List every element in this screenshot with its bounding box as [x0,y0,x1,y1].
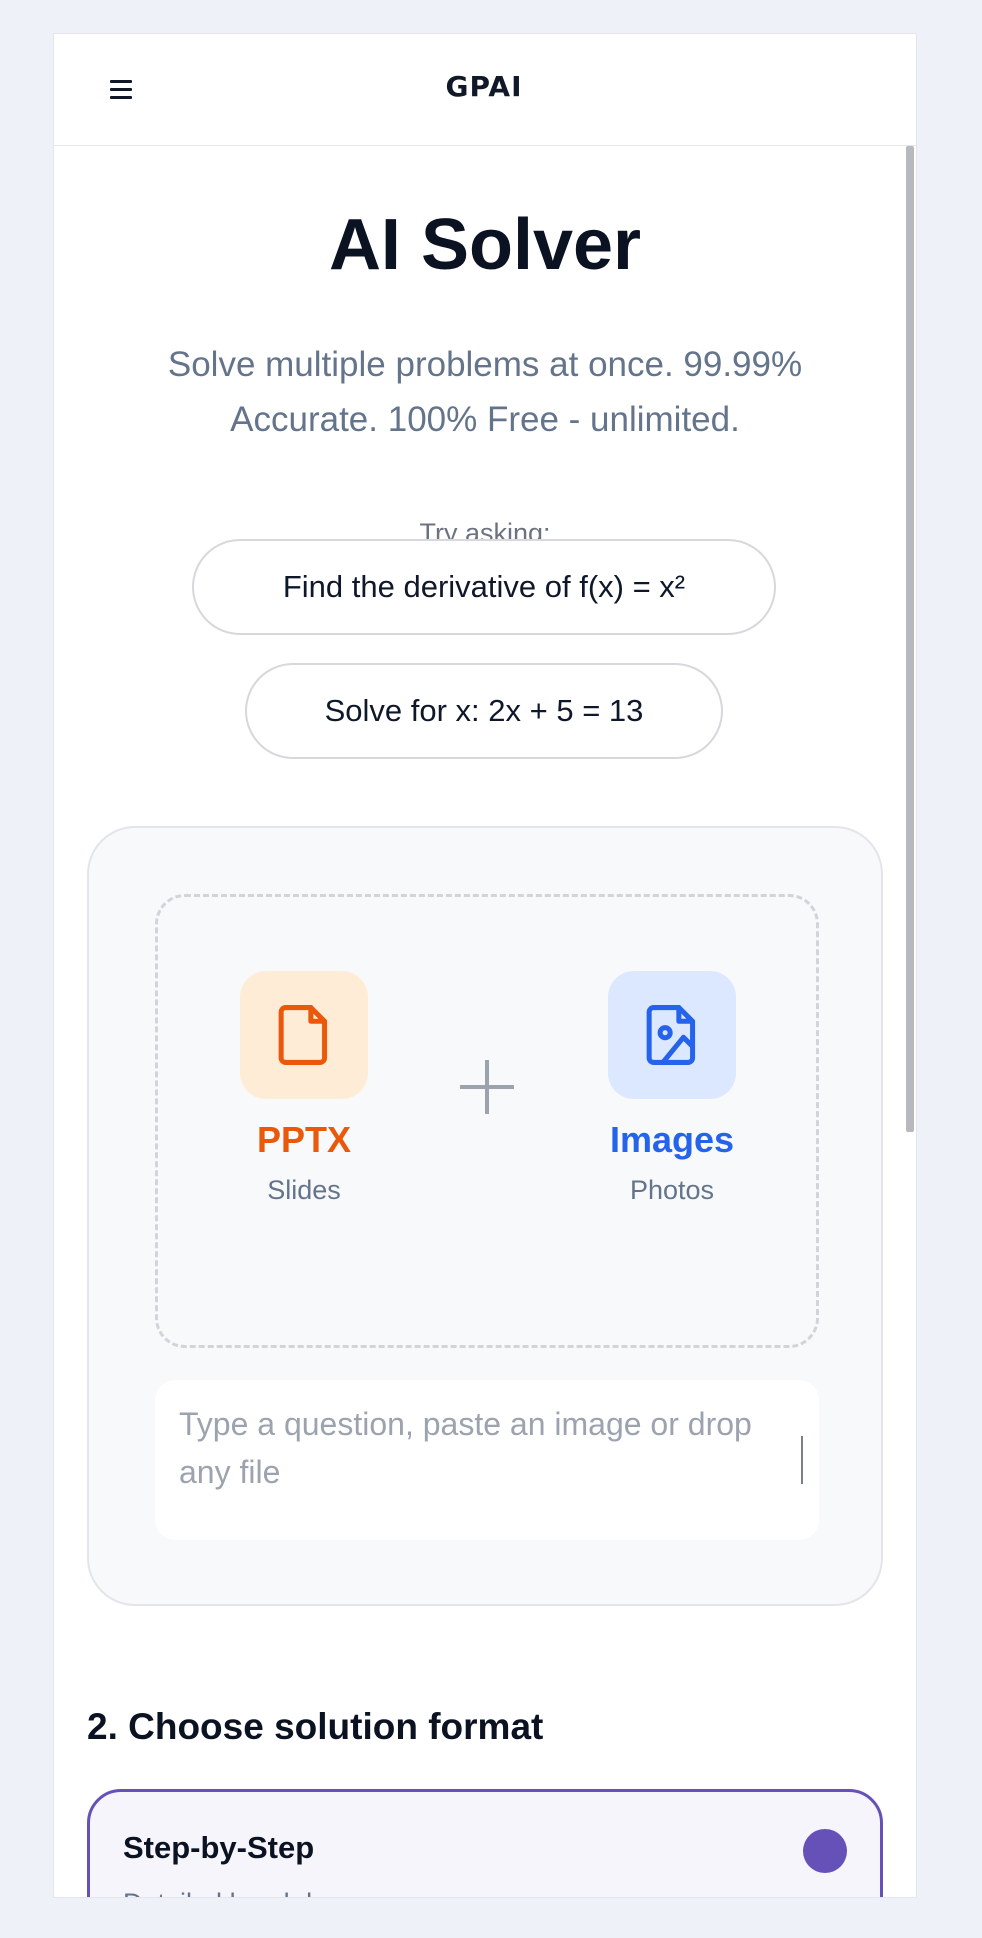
solution-format-heading: 2. Choose solution format [87,1706,544,1747]
app-frame: GPAI AI Solver Solve multiple problems a… [53,33,917,1898]
image-file-icon [646,1005,696,1065]
images-sublabel: Photos [629,1175,715,1205]
scrollbar-thumb[interactable] [906,146,914,1132]
text-caret [801,1436,803,1484]
page-title: AI Solver [328,205,642,285]
plus-icon [460,1060,514,1114]
images-label: Images [609,1119,735,1160]
menu-line [110,96,132,99]
pptx-tile [240,971,368,1099]
top-bar: GPAI [54,34,916,146]
suggestion-chip-derivative[interactable]: Find the derivative of f(x) = x² [192,539,776,635]
pptx-label: PPTX [256,1119,352,1160]
logo[interactable]: GPAI [429,70,539,103]
question-input[interactable]: Type a question, paste an image or drop … [155,1380,819,1540]
menu-line [110,88,132,91]
upload-card: PPTX Slides Images Photos Type a questio… [87,826,883,1606]
page-subtitle: Solve multiple problems at once. 99.99% … [167,345,803,439]
format-option-step-by-step[interactable]: Step-by-Step Detailed breakdown [87,1789,883,1897]
format-option-title: Step-by-Step [123,1830,315,1865]
suggestion-chip-equation[interactable]: Solve for x: 2x + 5 = 13 [245,663,723,759]
question-placeholder: Type a question, paste an image or drop … [179,1406,752,1490]
format-option-subtitle: Detailed breakdown [123,1888,362,1897]
hamburger-menu-icon[interactable] [108,78,136,102]
file-dropzone[interactable]: PPTX Slides Images Photos [155,894,819,1348]
file-icon [278,1005,328,1065]
menu-line [110,80,132,83]
images-tile [608,971,736,1099]
selected-radio-indicator[interactable] [803,1829,847,1873]
pptx-sublabel: Slides [267,1175,341,1205]
